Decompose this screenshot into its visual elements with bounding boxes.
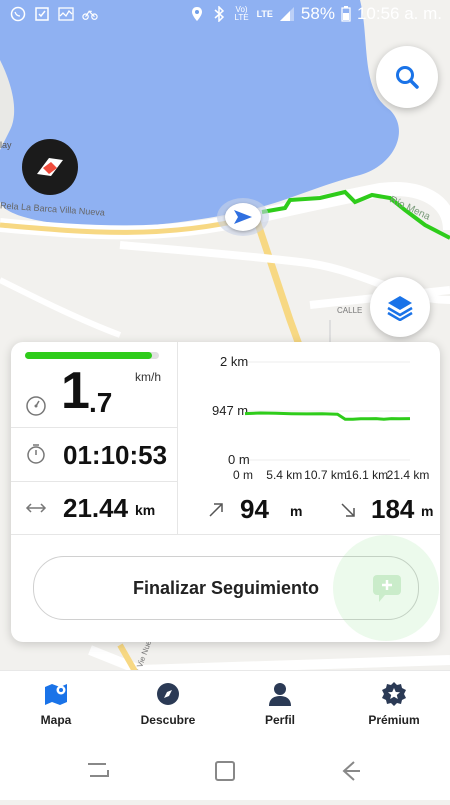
system-navigation-bar (0, 748, 450, 800)
distance-unit: km (135, 502, 156, 518)
status-bar: Vo) LTE LTE 58% 10:56 a. m. (0, 0, 450, 30)
recent-apps-icon[interactable] (86, 760, 110, 780)
search-button[interactable] (376, 46, 438, 108)
x-tick-label: 0 m (233, 468, 253, 482)
bicycle-icon (82, 10, 98, 20)
distance-value: 21.44 (63, 493, 129, 523)
whatsapp-icon (10, 6, 26, 22)
compass-icon (157, 683, 179, 705)
nav-label: Perfil (264, 713, 295, 727)
battery-icon (341, 6, 351, 22)
horizontal-arrows-icon (25, 503, 47, 513)
layers-icon (387, 296, 413, 321)
x-tick-label: 5.4 km (266, 468, 302, 482)
tracking-stats-panel: 1 .7 km/h 01:10:53 21.44 km 2 km 947 m 0… (11, 342, 440, 642)
battery-percent: 58% (300, 4, 335, 23)
elevation-series-line (244, 411, 411, 421)
descent-arrow-icon (341, 503, 355, 517)
elevation-gain-loss: 94 m 184 m (178, 482, 440, 534)
location-pin-icon (191, 7, 202, 21)
elevation-chart: 2 km 947 m 0 m 0 m 5.4 km 10.7 km16.1 km21… (212, 354, 430, 482)
activity-graph-icon (58, 7, 74, 21)
speed-value-decimal: .7 (89, 387, 113, 418)
speed-value-integer: 1 (61, 362, 90, 420)
task-check-icon (35, 7, 49, 21)
descent-unit: m (421, 503, 434, 519)
map-icon (45, 684, 67, 705)
map-layers-button[interactable] (370, 277, 430, 337)
y-tick-label: 947 m (212, 403, 248, 418)
x-tick-label: 16.1 km (345, 468, 388, 482)
person-icon (269, 683, 291, 706)
speed-unit: km/h (135, 370, 162, 384)
bluetooth-icon (214, 6, 224, 22)
compass-needle-icon (37, 158, 63, 176)
elapsed-time-value: 01:10:53 (63, 440, 168, 470)
ascent-arrow-icon (209, 503, 223, 517)
bottom-navigation: Mapa Descubre Perfil Prémium (0, 670, 450, 749)
network-type: LTE (256, 9, 273, 19)
nav-label: Prémium (368, 713, 420, 727)
ascent-value: 94 (240, 494, 269, 524)
clock-time: 10:56 a. m. (356, 4, 442, 23)
add-comment-icon (373, 575, 401, 602)
y-tick-label: 2 km (220, 354, 248, 369)
nav-label: Mapa (40, 713, 72, 727)
stopwatch-icon (27, 444, 45, 464)
premium-badge-icon (382, 682, 406, 706)
back-icon[interactable] (340, 760, 362, 782)
road-label: lay (0, 140, 12, 150)
speed-stat: 1 .7 km/h (11, 342, 177, 428)
nav-label: Descubre (140, 713, 196, 727)
descent-value: 184 (371, 494, 415, 524)
elapsed-time-stat: 01:10:53 (11, 427, 177, 482)
nav-item-mapa[interactable]: Mapa (6, 681, 106, 727)
ascent-unit: m (290, 503, 303, 519)
map-compass-button[interactable] (22, 139, 78, 195)
y-tick-label: 0 m (228, 452, 250, 467)
search-icon (396, 66, 419, 89)
nav-item-perfil[interactable]: Perfil (230, 681, 330, 727)
x-tick-label: 21.4 km (387, 468, 430, 482)
volte-indicator: Vo) LTE (234, 5, 249, 22)
location-marker (217, 198, 269, 236)
home-icon[interactable] (213, 760, 237, 782)
distance-stat: 21.44 km (11, 481, 177, 534)
nav-item-descubre[interactable]: Descubre (118, 681, 218, 727)
x-tick-label: 10.7 km (304, 468, 347, 482)
road-label: CALLE (337, 306, 363, 315)
signal-strength-icon (279, 7, 294, 21)
add-note-button[interactable] (333, 535, 439, 641)
nav-item-premium[interactable]: Prémium (344, 681, 444, 727)
navigation-arrow-icon (234, 210, 252, 224)
speedometer-icon (26, 396, 46, 416)
